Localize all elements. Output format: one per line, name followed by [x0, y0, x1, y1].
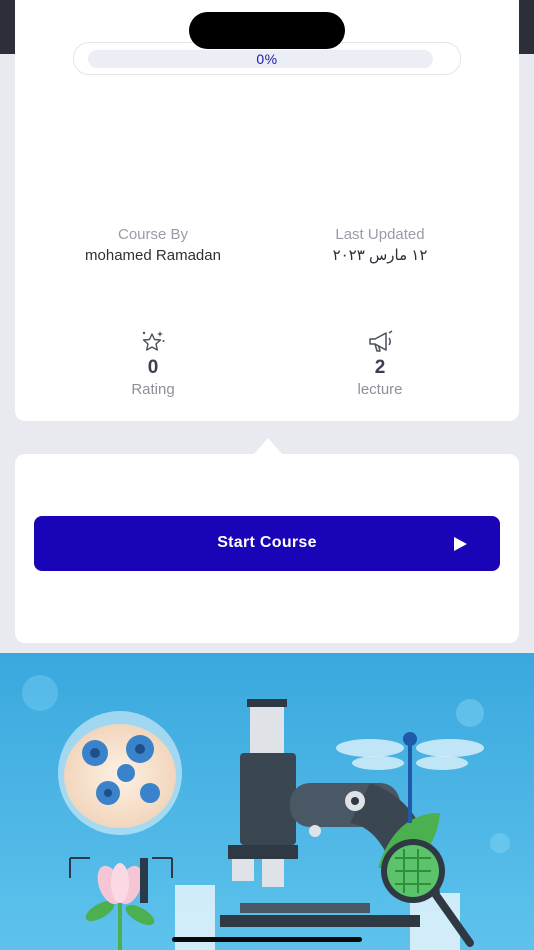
last-updated: Last Updated ١٢ مارس ٢٠٢٣ [270, 226, 490, 266]
course-hero-image [0, 653, 534, 950]
course-by-label: Course By [117, 226, 189, 243]
progress-percent: 0% [256, 51, 278, 67]
lecture-label: lecture [357, 381, 403, 398]
play-icon [454, 537, 467, 551]
microscope-illustration [0, 653, 534, 950]
start-course-button[interactable]: Start Course [34, 516, 500, 571]
rating-value: 0 [147, 357, 159, 378]
lecture-stat: 2 lecture [300, 328, 460, 399]
course-info-card: 0% Course By mohamed Ramadan Last Update… [15, 0, 519, 421]
last-updated-label: Last Updated [335, 226, 425, 243]
sparkle-star-icon [142, 331, 165, 351]
rating-label: Rating [131, 381, 175, 398]
card-pointer [254, 438, 282, 454]
megaphone-icon [369, 330, 393, 352]
action-card: Start Course [15, 454, 519, 643]
lecture-count: 2 [374, 357, 386, 378]
home-indicator[interactable] [172, 937, 362, 942]
rating-stat: 0 Rating [73, 328, 233, 399]
dynamic-island [189, 12, 345, 49]
course-author: Course By mohamed Ramadan [43, 226, 263, 266]
start-course-label: Start Course [217, 534, 317, 551]
course-by-value: mohamed Ramadan [85, 247, 221, 264]
last-updated-value: ١٢ مارس ٢٠٢٣ [332, 247, 428, 264]
